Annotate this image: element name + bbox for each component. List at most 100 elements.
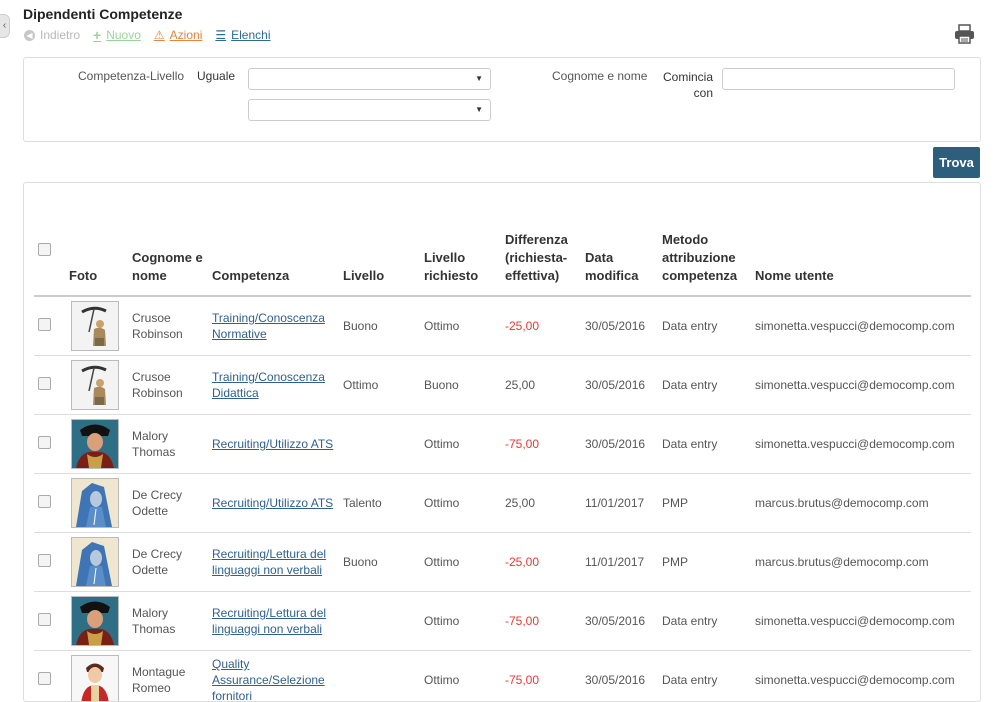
difference-cell: -75,00	[505, 651, 585, 702]
row-checkbox[interactable]	[38, 495, 51, 508]
user-cell: simonetta.vespucci@democomp.com	[755, 296, 971, 356]
difference-cell: -75,00	[505, 592, 585, 651]
page-title: Dipendenti Competenze	[23, 6, 182, 22]
name-cell: Crusoe Robinson	[132, 356, 212, 415]
required-level-cell: Ottimo	[424, 533, 505, 592]
avatar[interactable]	[71, 419, 119, 469]
date-cell: 30/05/2016	[585, 296, 662, 356]
lists-button[interactable]: ☰ Elenchi	[215, 28, 270, 42]
avatar[interactable]	[71, 655, 119, 702]
competence-link[interactable]: Recruiting/Lettura del linguaggi non ver…	[212, 606, 326, 636]
find-button[interactable]: Trova	[933, 147, 980, 178]
date-cell: 30/05/2016	[585, 356, 662, 415]
table-row[interactable]: De Crecy OdetteRecruiting/Lettura del li…	[34, 533, 971, 592]
table-row[interactable]: Malory ThomasRecruiting/Lettura del ling…	[34, 592, 971, 651]
warning-icon: ⚠	[154, 29, 165, 41]
col-date[interactable]: Data modifica	[585, 183, 662, 296]
actions-button[interactable]: ⚠ Azioni	[154, 28, 202, 42]
competence-select[interactable]: ▼	[248, 68, 491, 90]
level-cell: Talento	[343, 474, 424, 533]
col-name[interactable]: Cognome e nome	[132, 183, 212, 296]
row-checkbox[interactable]	[38, 436, 51, 449]
required-level-cell: Ottimo	[424, 415, 505, 474]
col-photo: Foto	[69, 183, 132, 296]
user-cell: marcus.brutus@democomp.com	[755, 474, 971, 533]
plus-icon: +	[93, 29, 101, 41]
col-level[interactable]: Livello	[343, 183, 424, 296]
actions-label: Azioni	[170, 28, 203, 42]
date-cell: 11/01/2017	[585, 533, 662, 592]
row-checkbox[interactable]	[38, 377, 51, 390]
required-level-cell: Buono	[424, 356, 505, 415]
user-cell: simonetta.vespucci@democomp.com	[755, 415, 971, 474]
photo-cell	[69, 592, 132, 651]
date-cell: 11/01/2017	[585, 474, 662, 533]
required-level-cell: Ottimo	[424, 651, 505, 702]
table-row[interactable]: De Crecy OdetteRecruiting/Utilizzo ATSTa…	[34, 474, 971, 533]
results-table: Foto Cognome e nome Competenza Livello L…	[34, 183, 971, 702]
print-icon[interactable]	[954, 24, 975, 44]
photo-cell	[69, 474, 132, 533]
competence-cell: Recruiting/Lettura del linguaggi non ver…	[212, 533, 343, 592]
avatar[interactable]	[71, 537, 119, 587]
table-header-row: Foto Cognome e nome Competenza Livello L…	[34, 183, 971, 296]
date-cell: 30/05/2016	[585, 651, 662, 702]
table-row[interactable]: Malory ThomasRecruiting/Utilizzo ATS Otti…	[34, 415, 971, 474]
user-cell: simonetta.vespucci@democomp.com	[755, 651, 971, 702]
table-row[interactable]: Crusoe RobinsonTraining/Conoscenza Norma…	[34, 296, 971, 356]
competence-cell: Quality Assurance/Selezione fornitori	[212, 651, 343, 702]
new-button[interactable]: + Nuovo	[93, 28, 141, 42]
level-cell	[343, 592, 424, 651]
table-row[interactable]: Montague RomeoQuality Assurance/Selezion…	[34, 651, 971, 702]
col-user[interactable]: Nome utente	[755, 183, 971, 296]
row-select-cell	[34, 651, 69, 702]
method-cell: Data entry	[662, 651, 755, 702]
photo-cell	[69, 533, 132, 592]
back-button[interactable]: ◀ Indietro	[24, 28, 80, 42]
select-all-cell	[34, 183, 69, 296]
row-checkbox[interactable]	[38, 318, 51, 331]
level-cell: Buono	[343, 533, 424, 592]
col-required[interactable]: Livello richiesto	[424, 183, 505, 296]
avatar[interactable]	[71, 478, 119, 528]
results-panel: Foto Cognome e nome Competenza Livello L…	[23, 182, 981, 702]
name-cell: Crusoe Robinson	[132, 296, 212, 356]
table-row[interactable]: Crusoe RobinsonTraining/Conoscenza Didat…	[34, 356, 971, 415]
name-input[interactable]	[722, 68, 955, 90]
list-icon: ☰	[215, 29, 226, 41]
competence-filter-operator: Uguale	[197, 69, 235, 83]
row-checkbox[interactable]	[38, 554, 51, 567]
level-select[interactable]: ▼	[248, 99, 491, 121]
back-label: Indietro	[40, 28, 80, 42]
row-select-cell	[34, 415, 69, 474]
competence-link[interactable]: Training/Conoscenza Didattica	[212, 370, 325, 400]
sidebar-collapse-handle[interactable]: ‹	[0, 14, 10, 38]
difference-cell: -25,00	[505, 296, 585, 356]
row-select-cell	[34, 356, 69, 415]
competence-link[interactable]: Quality Assurance/Selezione fornitori	[212, 657, 325, 702]
col-difference[interactable]: Differenza (richiesta-effettiva)	[505, 183, 585, 296]
avatar[interactable]	[71, 301, 119, 351]
name-cell: Montague Romeo	[132, 651, 212, 702]
new-label: Nuovo	[106, 28, 141, 42]
col-method[interactable]: Metodo attribuzione competenza	[662, 183, 755, 296]
level-cell	[343, 415, 424, 474]
avatar[interactable]	[71, 360, 119, 410]
competence-link[interactable]: Recruiting/Lettura del linguaggi non ver…	[212, 547, 326, 577]
col-competence[interactable]: Competenza	[212, 183, 343, 296]
row-checkbox[interactable]	[38, 613, 51, 626]
competence-link[interactable]: Recruiting/Utilizzo ATS	[212, 496, 333, 510]
avatar[interactable]	[71, 596, 119, 646]
date-cell: 30/05/2016	[585, 592, 662, 651]
required-level-cell: Ottimo	[424, 474, 505, 533]
user-cell: marcus.brutus@democomp.com	[755, 533, 971, 592]
competence-link[interactable]: Recruiting/Utilizzo ATS	[212, 437, 333, 451]
competence-link[interactable]: Training/Conoscenza Normative	[212, 311, 325, 341]
difference-cell: 25,00	[505, 356, 585, 415]
row-checkbox[interactable]	[38, 672, 51, 685]
filter-panel: Competenza-Livello Uguale ▼ ▼ Cognome e …	[23, 57, 981, 142]
level-cell: Ottimo	[343, 356, 424, 415]
select-all-checkbox[interactable]	[38, 243, 51, 256]
photo-cell	[69, 651, 132, 702]
name-cell: Malory Thomas	[132, 415, 212, 474]
